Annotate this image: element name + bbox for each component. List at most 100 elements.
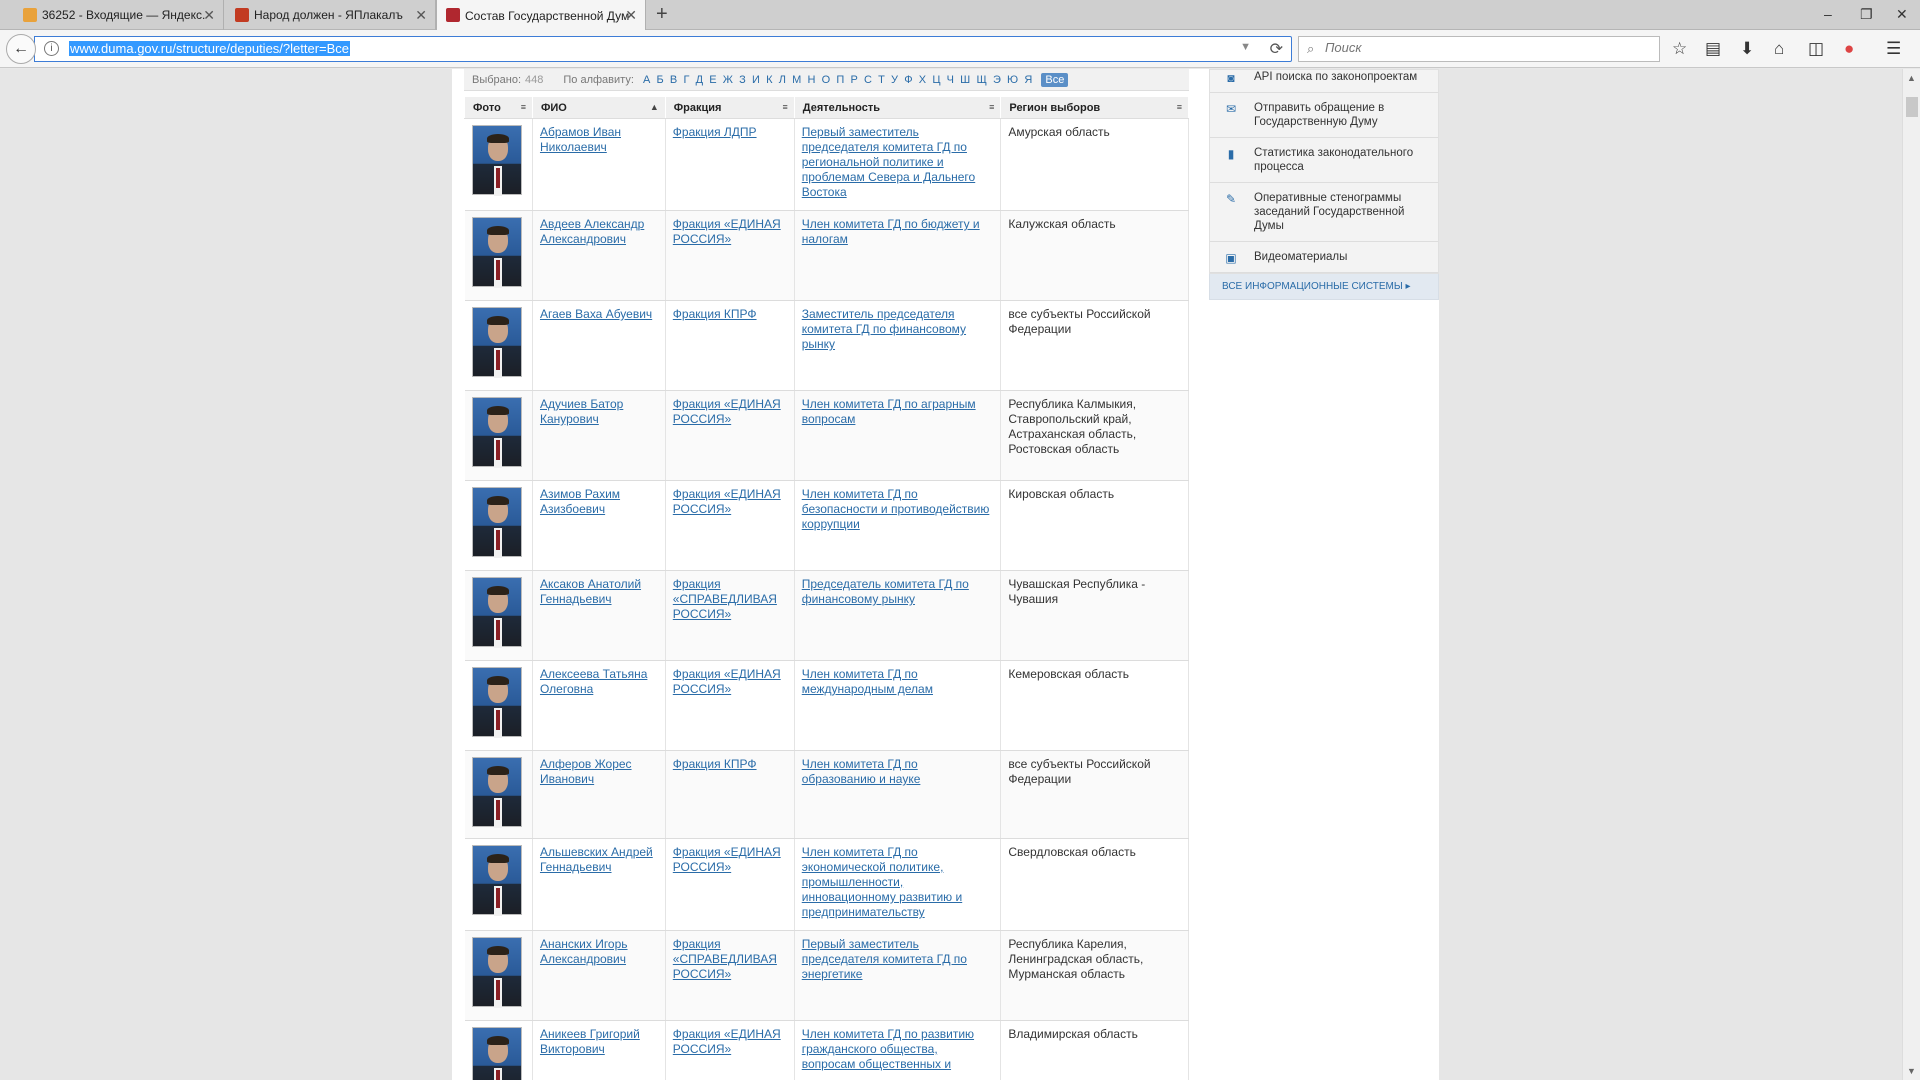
deputy-photo[interactable]: [471, 307, 522, 378]
letter-filter-link[interactable]: В: [670, 74, 677, 86]
deputy-name-link[interactable]: Агаев Ваха Абуевич: [540, 307, 652, 321]
column-menu-icon[interactable]: ≡: [521, 102, 526, 112]
letter-filter-link[interactable]: Л: [779, 74, 786, 86]
url-bar[interactable]: i www.duma.gov.ru/structure/deputies/?le…: [34, 36, 1292, 62]
activity-link[interactable]: Член комитета ГД по аграрным вопросам: [802, 397, 976, 426]
activity-link[interactable]: Член комитета ГД по международным делам: [802, 667, 933, 696]
bookmarks-list-icon[interactable]: ▤: [1705, 39, 1721, 59]
letter-filter-link[interactable]: С: [864, 74, 872, 86]
activity-link[interactable]: Первый заместитель председателя комитета…: [802, 125, 975, 199]
faction-link[interactable]: Фракция «ЕДИНАЯ РОССИЯ»: [673, 217, 781, 246]
close-tab-icon[interactable]: ✕: [203, 7, 215, 24]
column-menu-icon[interactable]: ≡: [1177, 102, 1182, 112]
faction-link[interactable]: Фракция «ЕДИНАЯ РОССИЯ»: [673, 397, 781, 426]
deputy-photo[interactable]: [471, 845, 522, 916]
deputy-photo[interactable]: [471, 577, 522, 648]
letter-filter-link[interactable]: О: [822, 74, 831, 86]
home-icon[interactable]: ⌂: [1774, 39, 1784, 59]
sidebar-item-pencil[interactable]: ✎ Оперативные стенограммы заседаний Госуд…: [1210, 183, 1438, 242]
deputy-name-link[interactable]: Алексеева Татьяна Олеговна: [540, 667, 647, 696]
back-button[interactable]: ←: [6, 34, 36, 64]
letter-filter-link[interactable]: М: [792, 74, 801, 86]
deputy-name-link[interactable]: Аксаков Анатолий Геннадьевич: [540, 577, 641, 606]
faction-link[interactable]: Фракция «ЕДИНАЯ РОССИЯ»: [673, 845, 781, 874]
letter-filter-link[interactable]: Х: [919, 74, 926, 86]
faction-link[interactable]: Фракция «СПРАВЕДЛИВАЯ РОССИЯ»: [673, 577, 777, 621]
scroll-thumb[interactable]: [1906, 97, 1918, 117]
scroll-up-icon[interactable]: ▲: [1907, 73, 1916, 83]
url-text[interactable]: www.duma.gov.ru/structure/deputies/?lett…: [69, 41, 351, 56]
close-tab-icon[interactable]: ✕: [625, 7, 637, 24]
bookmark-star-icon[interactable]: ☆: [1672, 39, 1687, 59]
deputy-name-link[interactable]: Аникеев Григорий Викторович: [540, 1027, 640, 1056]
letter-filter-link[interactable]: Г: [683, 74, 689, 86]
close-tab-icon[interactable]: ✕: [415, 7, 427, 24]
deputy-name-link[interactable]: Азимов Рахим Азизбоевич: [540, 487, 620, 516]
letter-all-button[interactable]: Все: [1041, 72, 1069, 87]
letter-filter-link[interactable]: Е: [709, 74, 716, 86]
letter-filter-link[interactable]: Ш: [960, 74, 970, 86]
letter-filter-link[interactable]: К: [766, 74, 772, 86]
faction-link[interactable]: Фракция «ЕДИНАЯ РОССИЯ»: [673, 487, 781, 516]
reload-icon[interactable]: ⟳: [1270, 39, 1283, 59]
activity-link[interactable]: Член комитета ГД по бюджету и налогам: [802, 217, 980, 246]
letter-filter-link[interactable]: У: [891, 74, 898, 86]
restore-icon[interactable]: ❐: [1860, 6, 1873, 23]
column-header-photo[interactable]: Фото ≡: [464, 96, 533, 119]
activity-link[interactable]: Член комитета ГД по образованию и науке: [802, 757, 921, 786]
column-header-faction[interactable]: Фракция ≡: [664, 96, 795, 119]
deputy-photo[interactable]: [471, 937, 522, 1008]
letter-filter-link[interactable]: Ц: [932, 74, 940, 86]
deputy-name-link[interactable]: Абрамов Иван Николаевич: [540, 125, 621, 154]
faction-link[interactable]: Фракция «ЕДИНАЯ РОССИЯ»: [673, 667, 781, 696]
tab-yaplakal[interactable]: Народ должен - ЯПлакалъ ✕: [226, 0, 436, 30]
column-header-name[interactable]: ФИО ▲: [531, 96, 666, 119]
deputy-name-link[interactable]: Альшевских Андрей Геннадьевич: [540, 845, 653, 874]
letter-filter-link[interactable]: Т: [878, 74, 885, 86]
sidebar-item-api[interactable]: ◙ API поиска по законопроектам: [1210, 70, 1438, 93]
letter-filter-link[interactable]: Д: [696, 74, 703, 86]
menu-hamburger-icon[interactable]: ☰: [1886, 39, 1901, 59]
search-box[interactable]: ⌕: [1298, 36, 1660, 62]
letter-filter-link[interactable]: П: [836, 74, 844, 86]
download-icon[interactable]: ⬇: [1740, 39, 1754, 59]
deputy-photo[interactable]: [471, 217, 522, 288]
all-info-systems-link[interactable]: Все информационные системы ▸: [1209, 274, 1439, 300]
faction-link[interactable]: Фракция КПРФ: [673, 307, 757, 321]
faction-link[interactable]: Фракция «ЕДИНАЯ РОССИЯ»: [673, 1027, 781, 1056]
deputy-photo[interactable]: [471, 487, 522, 558]
site-info-icon[interactable]: i: [44, 41, 59, 56]
sidebar-item-bar-chart[interactable]: ▮ Статистика законодательного процесса: [1210, 138, 1438, 183]
close-window-icon[interactable]: ✕: [1896, 6, 1908, 23]
column-header-activity[interactable]: Деятельность ≡: [793, 96, 1002, 119]
faction-link[interactable]: Фракция ЛДПР: [673, 125, 757, 139]
deputy-name-link[interactable]: Алферов Жорес Иванович: [540, 757, 632, 786]
letter-filter-link[interactable]: Н: [807, 74, 815, 86]
sidebar-item-video[interactable]: ▣ Видеоматериалы: [1210, 242, 1438, 273]
letter-filter-link[interactable]: Э: [993, 74, 1001, 86]
activity-link[interactable]: Член комитета ГД по экономической полити…: [802, 845, 962, 919]
activity-link[interactable]: Председатель комитета ГД по финансовому …: [802, 577, 969, 606]
scroll-down-icon[interactable]: ▼: [1907, 1066, 1916, 1076]
deputy-name-link[interactable]: Адучиев Батор Канурович: [540, 397, 623, 426]
faction-link[interactable]: Фракция КПРФ: [673, 757, 757, 771]
activity-link[interactable]: Член комитета ГД по развитию гражданског…: [802, 1027, 974, 1071]
deputy-photo[interactable]: [471, 125, 522, 196]
letter-filter-link[interactable]: Ф: [904, 74, 912, 86]
deputy-name-link[interactable]: Ананских Игорь Александрович: [540, 937, 628, 966]
url-dropdown-icon[interactable]: ▼: [1240, 41, 1251, 53]
activity-link[interactable]: Заместитель председателя комитета ГД по …: [802, 307, 966, 351]
tab-duma[interactable]: Состав Государственной Думы ✕: [436, 0, 646, 31]
page-scrollbar[interactable]: ▲ ▼: [1902, 69, 1920, 1080]
column-menu-icon[interactable]: ≡: [782, 102, 787, 112]
activity-link[interactable]: Член комитета ГД по безопасности и проти…: [802, 487, 990, 531]
pocket-icon[interactable]: ◫: [1808, 39, 1824, 59]
letter-filter-link[interactable]: Ж: [723, 74, 733, 86]
tab-yandex-mail[interactable]: 36252 - Входящие — Яндекс.Почта ✕: [14, 0, 224, 30]
letter-filter-link[interactable]: Ю: [1007, 74, 1018, 86]
deputy-photo[interactable]: [471, 757, 522, 828]
deputy-name-link[interactable]: Авдеев Александр Александрович: [540, 217, 644, 246]
letter-filter-link[interactable]: З: [739, 74, 746, 86]
extension-icon[interactable]: ●: [1844, 39, 1854, 59]
letter-filter-link[interactable]: Щ: [976, 74, 986, 86]
